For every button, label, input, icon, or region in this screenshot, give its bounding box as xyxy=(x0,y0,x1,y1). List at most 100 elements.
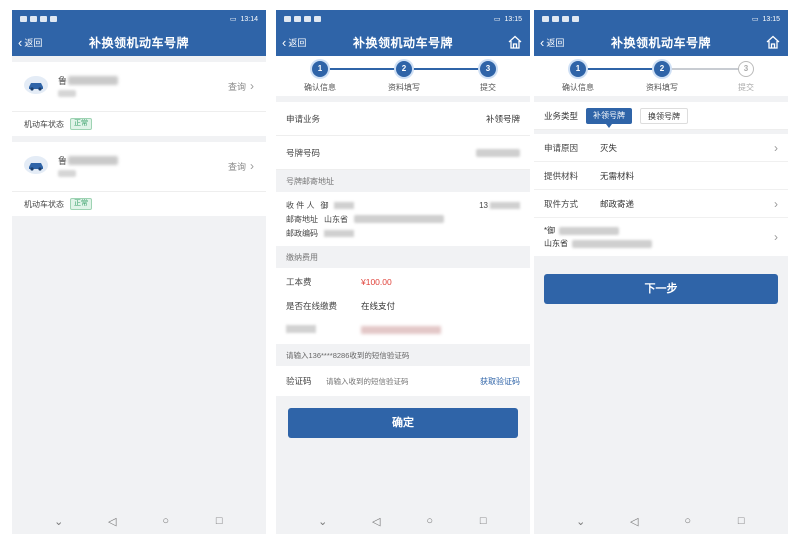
get-code-button[interactable]: 获取验证码 xyxy=(480,376,520,387)
vehicle-plate-masked xyxy=(68,76,118,85)
code-label: 验证码 xyxy=(286,376,312,386)
reason-row[interactable]: 申请原因 灭失 › xyxy=(534,134,788,162)
recents-square-icon[interactable]: □ xyxy=(209,515,229,527)
vehicle-card[interactable]: 鲁 查询 › 机动车状态 正常 xyxy=(12,62,266,136)
home-icon[interactable] xyxy=(507,34,523,50)
step-circle-3: 3 xyxy=(480,61,496,77)
query-link[interactable]: 查询 › xyxy=(228,159,254,173)
phone-masked xyxy=(490,201,520,209)
back-label: 返回 xyxy=(288,37,307,48)
step-connector xyxy=(404,68,488,70)
home-circle-icon[interactable]: ○ xyxy=(420,515,440,527)
step-connector xyxy=(578,68,662,70)
plate-value-masked xyxy=(476,148,520,157)
status-time: 13:15 xyxy=(504,15,522,23)
chip-exchange[interactable]: 换领号牌 xyxy=(640,107,689,124)
masked-value xyxy=(361,326,441,334)
vehicle-card[interactable]: 鲁 查询 › 机动车状态 正常 xyxy=(12,142,266,216)
recents-square-icon[interactable]: □ xyxy=(473,515,493,527)
address-masked xyxy=(572,239,652,248)
battery-icon: ▭ xyxy=(229,16,237,23)
code-row: 验证码 获取验证码 xyxy=(276,366,530,396)
step-label-1: 确认信息 xyxy=(304,83,336,92)
chevron-left-icon: ‹ xyxy=(540,34,545,50)
nav-bar: ‹ 返回 补换领机动车号牌 xyxy=(276,28,530,56)
chevron-right-icon: › xyxy=(250,79,254,93)
postcode-label: 邮政编码 xyxy=(286,228,318,238)
address-line: 邮寄地址 山东省 xyxy=(286,212,520,226)
chip-replace-lost[interactable]: 补领号牌 xyxy=(586,107,633,128)
recents-square-icon[interactable]: □ xyxy=(731,515,751,527)
postcode-line: 邮政编码 xyxy=(286,226,520,240)
query-label: 查询 xyxy=(227,81,246,92)
chevron-right-icon: › xyxy=(774,230,778,244)
plate-label: 号牌号码 xyxy=(286,147,321,158)
chevron-down-icon[interactable]: ⌄ xyxy=(313,515,333,528)
step-label-2: 资料填写 xyxy=(388,83,420,92)
nav-bar: ‹ 返回 补换领机动车号牌 xyxy=(534,28,788,56)
step-label-2: 资料填写 xyxy=(646,83,678,92)
status-icons-right: ▭ 13:15 xyxy=(752,15,780,24)
status-badge: 正常 xyxy=(70,118,92,130)
page-title: 补换领机动车号牌 xyxy=(88,35,189,50)
mail-section-title: 号牌邮寄地址 xyxy=(276,170,530,192)
recipient-phone: 13 xyxy=(479,200,488,210)
chevron-down-icon[interactable]: ⌄ xyxy=(571,515,591,528)
system-nav-bar: ⌄ ◁ ○ □ xyxy=(276,508,530,534)
chevron-right-icon: › xyxy=(250,159,254,173)
nav-bar: ‹ 返回 补换领机动车号牌 xyxy=(12,28,266,56)
back-button[interactable]: ‹ 返回 xyxy=(276,28,306,56)
vehicle-type-masked xyxy=(58,170,76,177)
mail-address-block: 收 件 人 御 13 邮寄地址 山东省 邮政编码 xyxy=(276,192,530,246)
home-circle-icon[interactable]: ○ xyxy=(156,515,176,527)
fee-label: 工本费 xyxy=(286,277,312,287)
back-triangle-icon[interactable]: ◁ xyxy=(624,515,644,528)
step-circle-3: 3 xyxy=(738,61,754,77)
business-type-label: 业务类型 xyxy=(544,110,579,121)
back-label: 返回 xyxy=(24,37,43,48)
fee-line: 工本费 ¥100.00 xyxy=(286,270,520,294)
address-line-2: 山东省 xyxy=(544,237,778,250)
plate-row: 号牌号码 xyxy=(276,136,530,170)
phone-screen-fill-info: ▭ 13:15 ‹ 返回 补换领机动车号牌 1 2 3 确认信息 资料填写 提交… xyxy=(534,10,788,534)
battery-icon: ▭ xyxy=(493,16,501,23)
step-connector xyxy=(320,68,404,70)
business-value: 补领号牌 xyxy=(485,113,520,124)
back-label: 返回 xyxy=(546,37,565,48)
chevron-down-icon[interactable]: ⌄ xyxy=(49,515,69,528)
postcode-masked xyxy=(324,229,354,237)
address-province: 山东省 xyxy=(544,239,568,248)
reason-label: 申请原因 xyxy=(544,142,579,153)
step-circle-1: 1 xyxy=(312,61,328,77)
step-progress: 1 2 3 确认信息 资料填写 提交 xyxy=(534,56,788,96)
step-label-3: 提交 xyxy=(480,83,496,92)
back-triangle-icon[interactable]: ◁ xyxy=(366,515,386,528)
pickup-row[interactable]: 取件方式 邮政寄递 › xyxy=(534,190,788,218)
reason-value: 灭失 xyxy=(600,142,618,153)
vehicle-card-header: 鲁 查询 › xyxy=(12,62,266,112)
address-masked xyxy=(354,215,444,223)
vehicle-status: 机动车状态 正常 xyxy=(12,112,266,136)
vehicle-plate: 鲁 xyxy=(58,156,68,166)
business-type-row: 业务类型 补领号牌 换领号牌 xyxy=(534,102,788,130)
chevron-right-icon: › xyxy=(774,140,778,155)
back-button[interactable]: ‹ 返回 xyxy=(12,28,42,56)
query-link[interactable]: 查询 › xyxy=(228,79,254,93)
step-label-3: 提交 xyxy=(738,83,754,92)
chevron-left-icon: ‹ xyxy=(18,34,23,50)
online-pay-line: 是否在线缴费 在线支付 xyxy=(286,294,520,318)
address-select-row[interactable]: *御 山东省 › xyxy=(534,218,788,256)
next-step-button[interactable]: 下一步 xyxy=(544,274,778,304)
status-label: 机动车状态 xyxy=(24,199,64,209)
status-icons-right: ▭ 13:15 xyxy=(493,15,522,24)
recipient-masked xyxy=(334,201,355,209)
code-input[interactable] xyxy=(326,376,480,386)
fee-value: ¥100.00 xyxy=(361,277,392,287)
status-label: 机动车状态 xyxy=(24,119,64,129)
back-triangle-icon[interactable]: ◁ xyxy=(102,515,122,528)
online-pay-value: 在线支付 xyxy=(361,301,396,311)
home-circle-icon[interactable]: ○ xyxy=(678,515,698,527)
home-icon[interactable] xyxy=(765,34,781,50)
back-button[interactable]: ‹ 返回 xyxy=(534,28,564,56)
confirm-button[interactable]: 确定 xyxy=(288,408,518,438)
